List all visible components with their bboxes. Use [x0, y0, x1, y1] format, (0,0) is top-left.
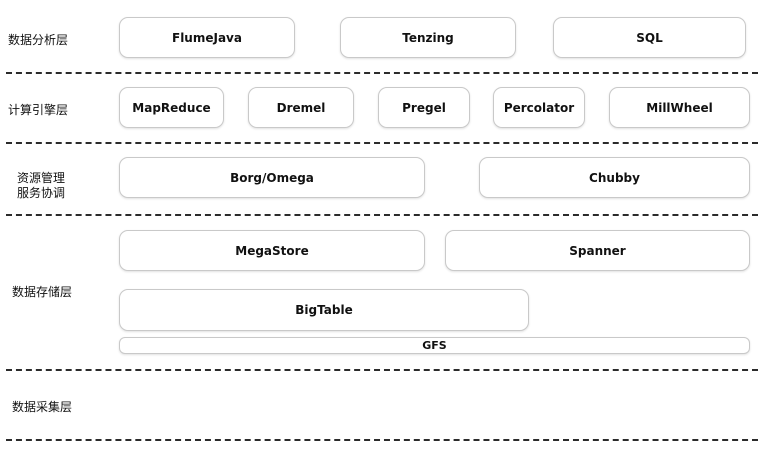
layer-label-collection: 数据采集层 [12, 400, 73, 414]
layer-label-resource-line1: 资源管理 [17, 171, 66, 185]
component-mapreduce: MapReduce [119, 87, 224, 128]
layer-divider [6, 72, 758, 74]
component-sql: SQL [553, 17, 746, 58]
layer-label-resource-line2: 服务协调 [17, 186, 66, 200]
component-dremel: Dremel [248, 87, 354, 128]
layer-divider [6, 214, 758, 216]
component-percolator: Percolator [493, 87, 585, 128]
layer-divider [6, 369, 758, 371]
component-pregel: Pregel [378, 87, 470, 128]
component-millwheel: MillWheel [609, 87, 750, 128]
component-flumejava: FlumeJava [119, 17, 295, 58]
layer-divider [6, 439, 758, 441]
layer-label-resource: 资源管理 服务协调 [17, 171, 65, 201]
component-borg-omega: Borg/Omega [119, 157, 425, 198]
component-megastore: MegaStore [119, 230, 425, 271]
layer-label-compute: 计算引擎层 [8, 103, 69, 117]
component-chubby: Chubby [479, 157, 750, 198]
layer-divider [6, 142, 758, 144]
layer-label-analysis: 数据分析层 [8, 33, 69, 47]
layer-label-storage: 数据存储层 [12, 285, 73, 299]
component-bigtable: BigTable [119, 289, 529, 331]
component-tenzing: Tenzing [340, 17, 516, 58]
component-gfs: GFS [119, 337, 750, 354]
component-spanner: Spanner [445, 230, 750, 271]
